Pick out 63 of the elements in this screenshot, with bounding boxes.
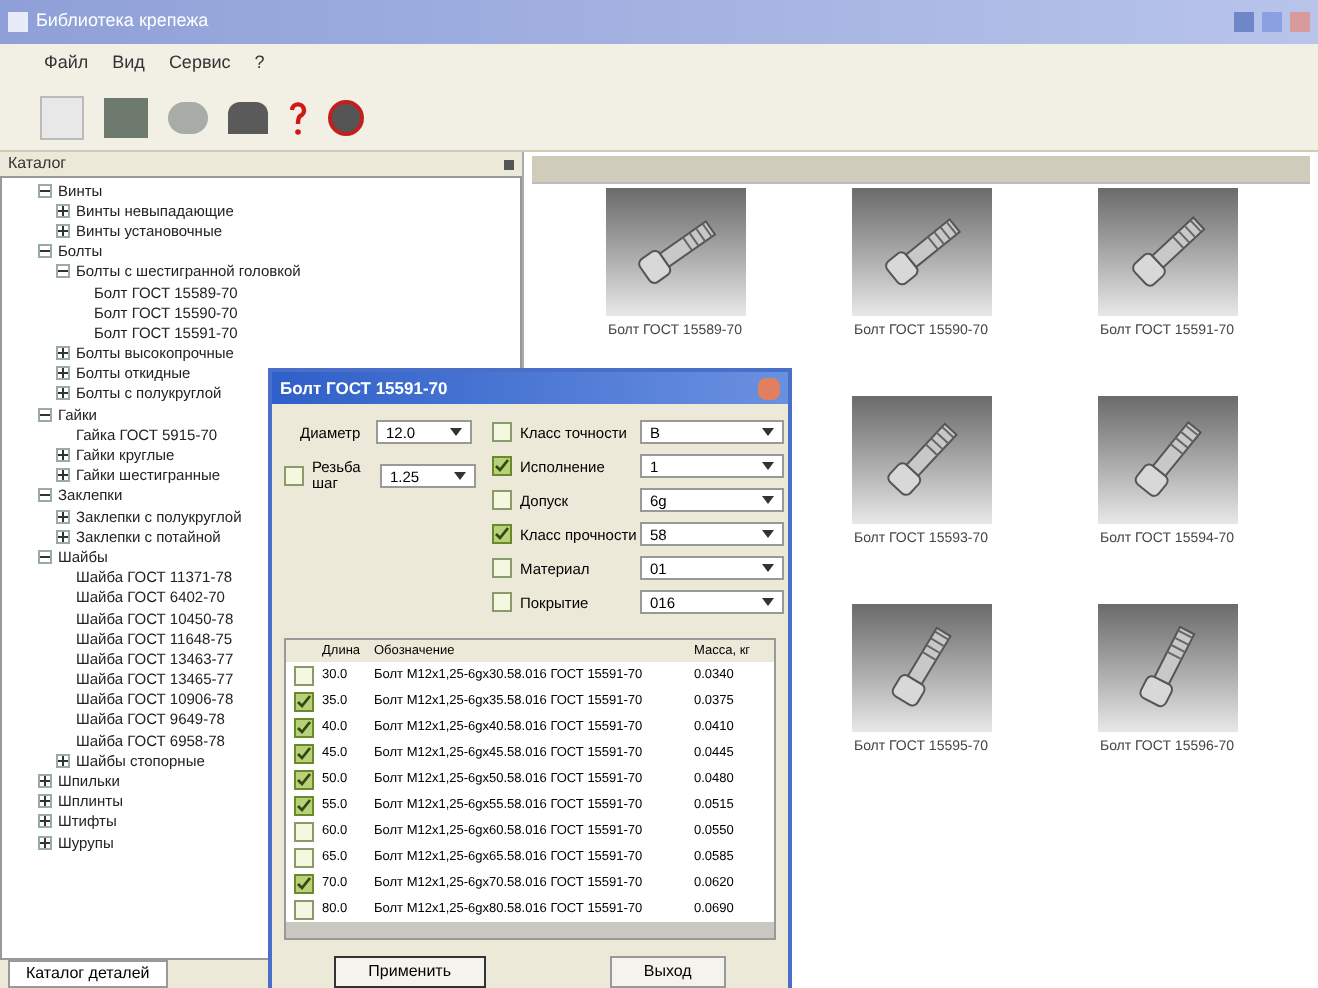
expand-toggle[interactable]	[56, 468, 70, 483]
help-icon[interactable]	[288, 99, 308, 135]
dialog-title: Болт ГОСТ 15591-70	[280, 375, 450, 401]
caret-icon	[762, 462, 774, 471]
menu-item[interactable]: ?	[254, 50, 265, 78]
checkbox[interactable]	[294, 795, 314, 815]
expand-toggle[interactable]	[38, 794, 52, 809]
horizontal-scrollbar[interactable]	[286, 922, 774, 938]
check-icon	[296, 875, 312, 891]
expand-toggle[interactable]	[38, 774, 52, 789]
checkbox[interactable]	[294, 769, 314, 789]
caret-icon	[762, 496, 774, 505]
grid-view-icon[interactable]	[104, 97, 148, 137]
expand-toggle[interactable]	[56, 223, 70, 238]
checkbox[interactable]	[284, 466, 304, 487]
collapse-toggle[interactable]	[38, 244, 52, 259]
window-title: Библиотека крепежа	[36, 8, 211, 35]
menu-item[interactable]: Файл	[44, 50, 89, 78]
caret-icon	[762, 530, 774, 539]
checkbox[interactable]	[492, 456, 512, 477]
app-icon	[8, 12, 28, 32]
panel-tab[interactable]: Каталог деталей	[8, 960, 168, 988]
expand-toggle[interactable]	[56, 386, 70, 401]
dialog-button[interactable]: Применить	[334, 956, 486, 988]
caret-icon	[762, 428, 774, 437]
expand-toggle[interactable]	[56, 509, 70, 524]
menu-item[interactable]: Вид	[112, 50, 145, 78]
expand-toggle[interactable]	[56, 753, 70, 768]
caret-icon	[450, 428, 462, 437]
checkbox[interactable]	[294, 821, 314, 841]
checkbox[interactable]	[492, 490, 512, 511]
dialog-button[interactable]: Выход	[609, 956, 726, 988]
collapse-toggle[interactable]	[56, 264, 70, 279]
checkbox[interactable]	[294, 665, 314, 685]
checkbox[interactable]	[294, 743, 314, 763]
menu-item[interactable]: Сервис	[168, 50, 231, 78]
check-icon	[494, 458, 510, 475]
checkbox[interactable]	[492, 558, 512, 579]
checkbox[interactable]	[294, 717, 314, 737]
checkbox[interactable]	[492, 422, 512, 443]
expand-toggle[interactable]	[56, 529, 70, 544]
expand-toggle[interactable]	[56, 448, 70, 463]
caret-icon	[762, 564, 774, 573]
pin-icon[interactable]	[504, 159, 514, 169]
expand-toggle[interactable]	[38, 835, 52, 850]
panel-title: Каталог	[8, 152, 67, 176]
expand-toggle[interactable]	[56, 203, 70, 218]
collapse-toggle[interactable]	[38, 549, 52, 564]
check-icon	[494, 526, 510, 543]
checkbox[interactable]	[294, 847, 314, 867]
caret-icon	[454, 472, 466, 481]
checkbox[interactable]	[294, 873, 314, 893]
checkbox[interactable]	[294, 899, 314, 919]
expand-toggle[interactable]	[38, 814, 52, 829]
collapse-toggle[interactable]	[38, 183, 52, 198]
checkbox[interactable]	[492, 524, 512, 545]
collapse-toggle[interactable]	[38, 488, 52, 503]
collapse-toggle[interactable]	[38, 407, 52, 422]
expand-toggle[interactable]	[56, 366, 70, 381]
caret-icon	[762, 598, 774, 607]
checkbox[interactable]	[492, 592, 512, 613]
checkbox[interactable]	[294, 691, 314, 711]
expand-toggle[interactable]	[56, 346, 70, 361]
